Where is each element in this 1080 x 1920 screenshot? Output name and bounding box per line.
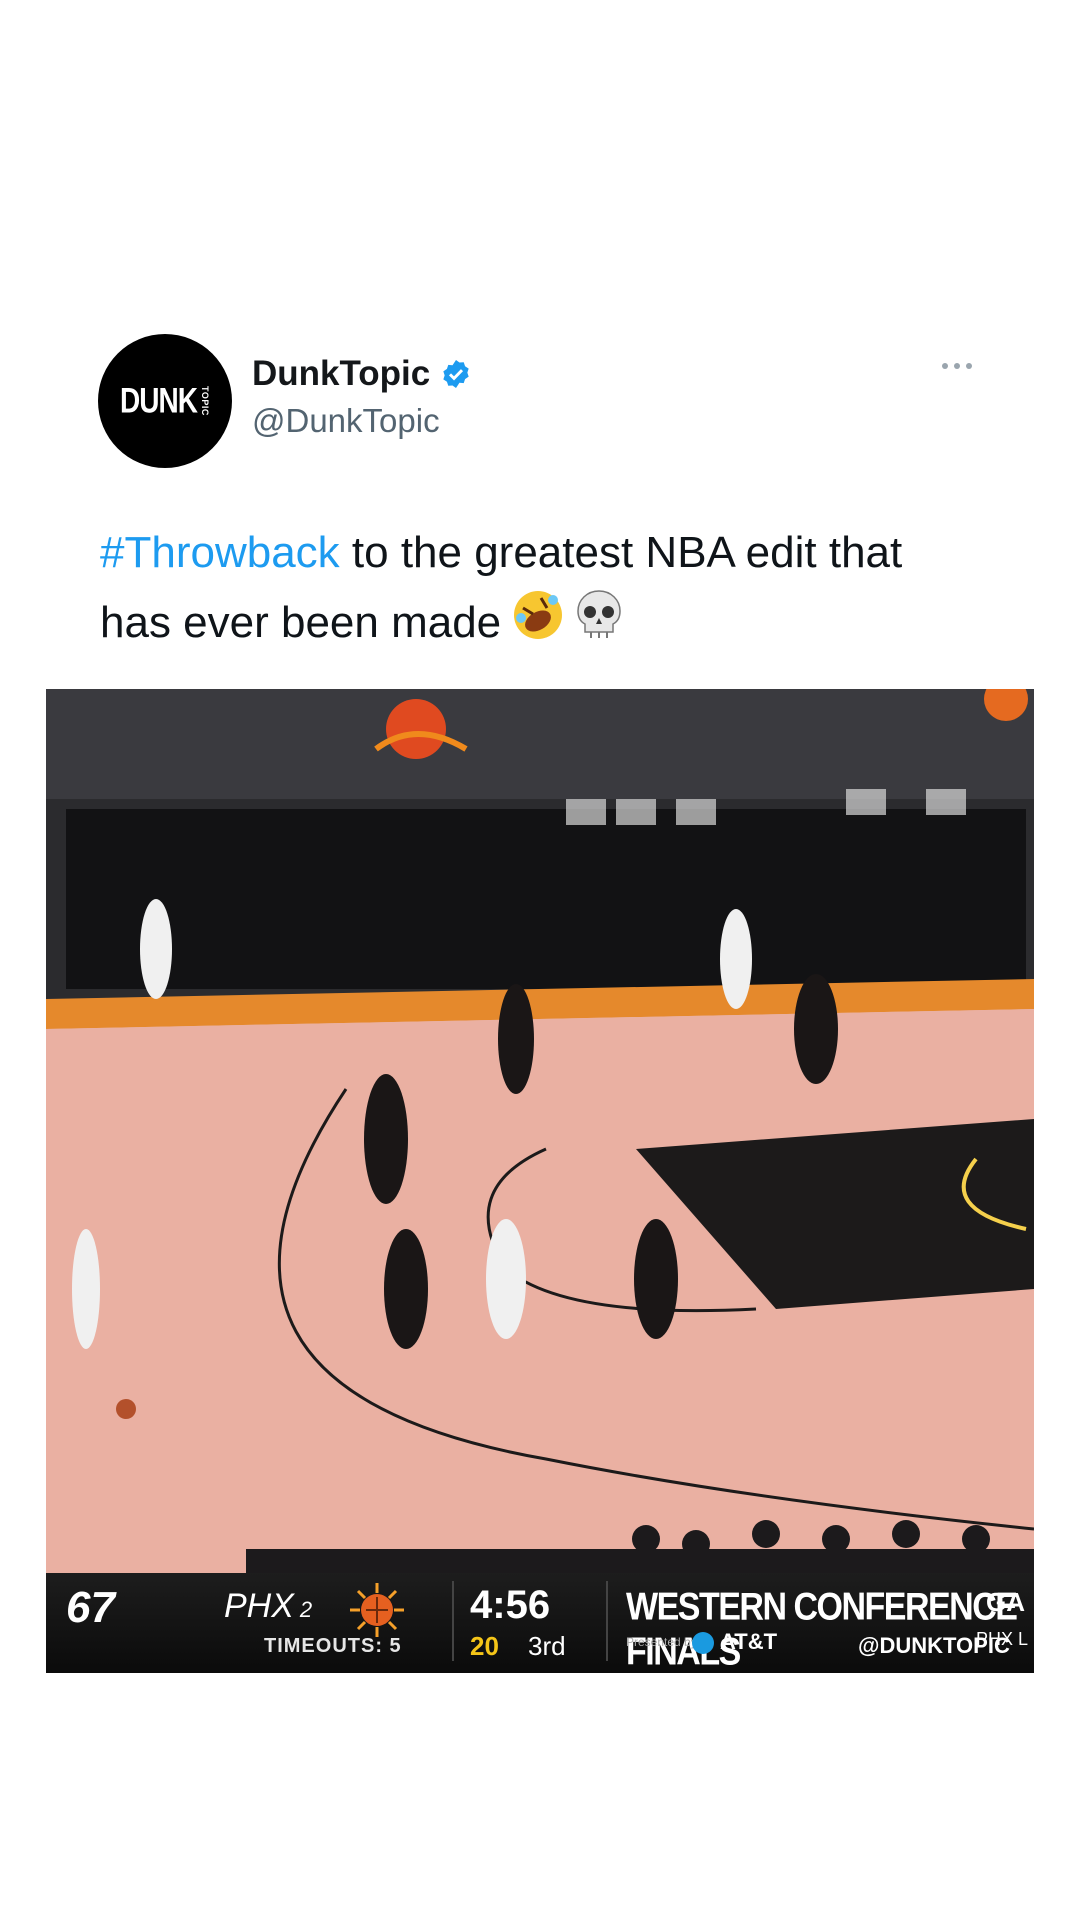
period: 3rd	[528, 1631, 566, 1661]
home-score: 67	[66, 1583, 115, 1632]
avatar-logo-text: DUNK	[120, 381, 198, 420]
more-options-icon[interactable]	[942, 356, 982, 376]
avatar-logo-subtext: TOPIC	[199, 386, 210, 416]
display-name[interactable]: DunkTopic	[252, 354, 430, 394]
game-clock: 4:56	[470, 1583, 551, 1627]
team-abbreviation: PHX 2	[224, 1587, 312, 1626]
verified-badge-icon	[440, 358, 472, 390]
suns-logo-icon	[350, 1583, 404, 1637]
shot-clock: 20	[470, 1631, 499, 1661]
game-label: GA	[986, 1587, 1025, 1617]
rolling-on-floor-laughing-emoji-icon	[511, 588, 565, 663]
divider	[452, 1581, 454, 1661]
presented-by-label: Presented by	[626, 1635, 697, 1649]
video-frame	[46, 689, 1034, 1573]
watermark: @DUNKTOPIC	[858, 1633, 1010, 1658]
video-player[interactable]: 67 PHX 2 TIMEOUTS: 5 4:56 20 3rd WESTERN …	[46, 689, 1034, 1673]
series-title: WESTERN CONFERENCE FINALS	[626, 1585, 1018, 1673]
team-name: PHX	[224, 1587, 294, 1625]
sponsor: AT&T	[692, 1629, 777, 1655]
tweet-text: #Throwback to the greatest NBA edit that…	[100, 518, 980, 663]
divider	[606, 1581, 608, 1661]
att-logo-icon	[692, 1632, 714, 1655]
sponsor-name: AT&T	[720, 1629, 778, 1654]
scoreboard: 67 PHX 2 TIMEOUTS: 5 4:56 20 3rd WESTERN …	[46, 1573, 1034, 1673]
timeouts-label: TIMEOUTS: 5	[264, 1635, 402, 1657]
handle[interactable]: @DunkTopic	[252, 402, 472, 440]
avatar[interactable]: DUNK TOPIC	[98, 334, 232, 468]
hashtag-link[interactable]: #Throwback	[100, 528, 340, 577]
skull-emoji-icon	[575, 588, 623, 663]
team-seed: 2	[299, 1597, 313, 1622]
author-info: DunkTopic @DunkTopic	[252, 354, 472, 440]
tweet-header: DUNK TOPIC DunkTopic @DunkTopic	[98, 334, 982, 468]
